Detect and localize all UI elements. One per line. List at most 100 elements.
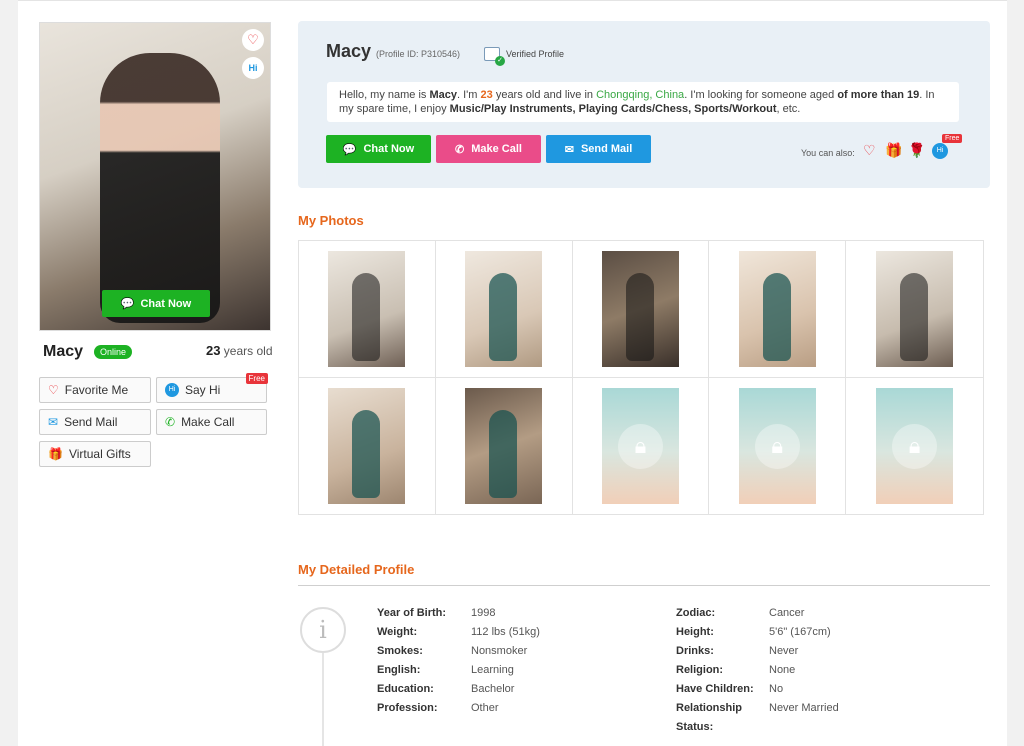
say-hi-button[interactable]: Hi Say Hi Free: [156, 373, 268, 403]
make-call-action-button[interactable]: ✆ Make Call: [436, 135, 541, 163]
photo-thumbnail[interactable]: [328, 387, 406, 504]
detail-value: Other: [471, 702, 499, 714]
detail-value: Cancer: [769, 607, 805, 619]
detail-label: Smokes:: [377, 645, 423, 657]
detail-label: English:: [377, 664, 421, 676]
detail-label: Height:: [676, 626, 714, 638]
send-mail-action-button[interactable]: ✉ Send Mail: [546, 135, 651, 163]
heart-plus-icon[interactable]: ♡: [863, 142, 876, 159]
profile-id: (Profile ID: P310546): [376, 49, 461, 59]
detail-value: 5'6" (167cm): [769, 626, 831, 638]
gift-icon[interactable]: 🎁: [885, 142, 902, 159]
bio-part: years old and live in: [492, 89, 597, 101]
say-hi-label: Say Hi: [185, 383, 221, 397]
detail-label: Education:: [377, 683, 434, 695]
send-mail-action-label: Send Mail: [580, 143, 633, 155]
chat-now-button[interactable]: 💬 Chat Now: [326, 135, 431, 163]
bio-part: . I'm looking for someone aged: [684, 89, 838, 101]
chat-bubble-icon: 💬: [342, 143, 357, 156]
photo-cell[interactable]: [709, 241, 847, 378]
profile-name: Macy: [326, 41, 372, 61]
photo-grid: 🔒︎ 🔒︎ 🔒︎: [298, 240, 984, 515]
photo-cell[interactable]: [436, 377, 573, 514]
bio-age: 23: [480, 89, 493, 101]
detail-label: Weight:: [377, 626, 418, 638]
make-call-label: Make Call: [181, 415, 235, 429]
hi-bubble-icon: Hi: [165, 383, 179, 397]
section-divider: [298, 585, 990, 586]
age-suffix: years old: [220, 344, 273, 358]
verified-label: Verified Profile: [506, 49, 565, 59]
photo-cell[interactable]: [572, 241, 710, 378]
hi-badge-text: Hi: [936, 147, 944, 154]
photo-chat-now-button[interactable]: 💬 Chat Now: [102, 290, 210, 317]
age-text: 23 years old: [206, 343, 273, 358]
detail-label: Have Children:: [676, 683, 754, 695]
free-tag: Free: [942, 134, 963, 143]
make-call-button[interactable]: ✆ Make Call: [156, 409, 267, 435]
bio-hobbies: Music/Play Instruments, Playing Cards/Ch…: [449, 103, 777, 115]
photo-thumbnail[interactable]: [328, 250, 406, 367]
you-can-also-label: You can also:: [801, 148, 855, 158]
photo-cell[interactable]: [299, 241, 436, 378]
detail-label: Zodiac:: [676, 607, 716, 619]
virtual-gifts-label: Virtual Gifts: [68, 447, 131, 461]
photo-cell[interactable]: 🔒︎: [573, 377, 710, 514]
favorite-me-label: Favorite Me: [64, 383, 129, 397]
make-call-action-label: Make Call: [471, 143, 522, 155]
bio-part: , etc.: [776, 103, 801, 115]
intro-panel: Macy (Profile ID: P310546) Verified Prof…: [298, 21, 990, 188]
bio-text: Hello, my name is Macy. I'm 23 years old…: [327, 82, 959, 122]
detail-label-continued: Status:: [676, 721, 714, 733]
phone-icon: ✆: [165, 415, 176, 429]
photo-thumbnail[interactable]: [738, 250, 816, 367]
heart-icon: ♡: [48, 383, 59, 397]
photo-thumbnail[interactable]: [465, 387, 543, 504]
photo-cell[interactable]: 🔒︎: [709, 377, 847, 514]
detailed-profile-title: My Detailed Profile: [298, 562, 415, 577]
send-mail-label: Send Mail: [64, 415, 118, 429]
rose-icon[interactable]: 🌹: [908, 142, 925, 159]
send-mail-button[interactable]: ✉ Send Mail: [39, 409, 151, 435]
say-hi-icon[interactable]: Hi: [932, 143, 948, 159]
photo-subject: [100, 53, 220, 323]
my-photos-title: My Photos: [298, 213, 364, 228]
detail-label: Religion:: [676, 664, 724, 676]
age-number: 23: [206, 343, 221, 358]
photo-cell[interactable]: [299, 377, 436, 514]
photo-thumbnail[interactable]: [601, 250, 679, 367]
lock-icon: 🔒︎: [892, 423, 938, 469]
chat-now-label: Chat Now: [363, 143, 415, 155]
photo-thumbnail[interactable]: [465, 250, 543, 367]
detail-value: Never Married: [769, 702, 839, 714]
main-profile-photo[interactable]: ♡ Hi 💬 Chat Now: [39, 22, 271, 331]
favorite-me-button[interactable]: ♡ Favorite Me: [39, 377, 151, 403]
bio-part: . I'm: [457, 89, 481, 101]
envelope-icon: ✉: [48, 415, 59, 429]
detail-value: 112 lbs (51kg): [471, 626, 540, 638]
photo-thumbnail[interactable]: [876, 250, 954, 367]
detail-value: None: [769, 664, 796, 676]
info-icon: i: [300, 607, 346, 653]
detail-value: Bachelor: [471, 683, 515, 695]
lock-icon: 🔒︎: [617, 423, 663, 469]
locked-photo-thumbnail[interactable]: 🔒︎: [876, 387, 954, 504]
lock-icon: 🔒︎: [754, 423, 800, 469]
detail-value: Learning: [471, 664, 514, 676]
bio-part: Hello, my name is: [339, 89, 430, 101]
heart-plus-icon[interactable]: ♡: [242, 29, 264, 51]
locked-photo-thumbnail[interactable]: 🔒︎: [738, 387, 816, 504]
photo-cell[interactable]: 🔒︎: [846, 378, 983, 515]
virtual-gifts-button[interactable]: 🎁 Virtual Gifts: [39, 441, 151, 467]
gift-icon: 🎁: [48, 447, 63, 461]
bio-location: Chongqing, China: [596, 89, 685, 101]
say-hi-icon[interactable]: Hi: [242, 57, 264, 79]
locked-photo-thumbnail[interactable]: 🔒︎: [601, 387, 679, 504]
photo-cell[interactable]: [846, 241, 983, 378]
verified-id-icon: [484, 47, 505, 66]
phone-icon: ✆: [455, 143, 465, 156]
envelope-icon: ✉: [564, 143, 574, 156]
free-tag: Free: [245, 373, 268, 384]
online-status-badge: Online: [94, 345, 133, 359]
photo-cell[interactable]: [435, 241, 573, 378]
